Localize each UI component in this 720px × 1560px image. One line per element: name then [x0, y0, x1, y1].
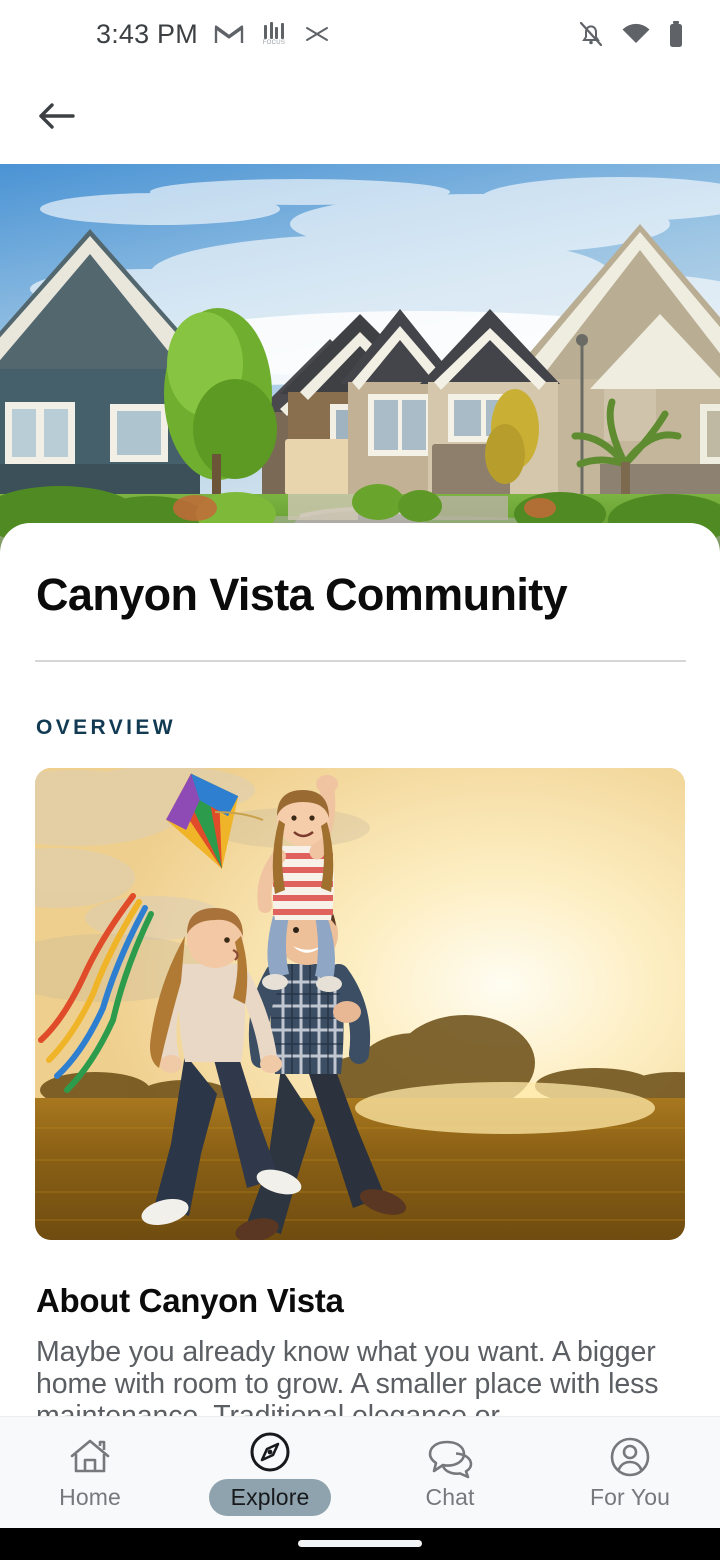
- nav-label-explore: Explore: [208, 1479, 332, 1516]
- status-bar-left: 3:43 PM FOCUS: [0, 19, 330, 50]
- person-circle-icon: [607, 1434, 653, 1480]
- chat-bubbles-icon: [425, 1434, 475, 1480]
- gesture-pill[interactable]: [298, 1540, 422, 1547]
- status-bar: 3:43 PM FOCUS: [0, 0, 720, 68]
- bottom-navigation: Home Explore Chat For You: [0, 1416, 720, 1528]
- notifications-off-icon: [578, 20, 604, 48]
- wifi-icon: [621, 22, 651, 46]
- nav-item-for-you[interactable]: For You: [540, 1417, 720, 1528]
- nav-item-home[interactable]: Home: [0, 1417, 180, 1528]
- nav-label-home: Home: [59, 1484, 121, 1510]
- app-screen: 3:43 PM FOCUS Canyon Vista Community OVE…: [0, 0, 720, 1560]
- home-icon: [67, 1434, 113, 1480]
- section-label-overview: OVERVIEW: [36, 715, 177, 739]
- status-time: 3:43 PM: [96, 18, 198, 49]
- content-card: Canyon Vista Community OVERVIEW About Ca…: [0, 523, 720, 1560]
- nav-label-chat: Chat: [425, 1484, 475, 1510]
- status-bar-right: [578, 20, 720, 48]
- app-bar: [0, 68, 720, 164]
- page-title: Canyon Vista Community: [36, 569, 568, 620]
- gesture-navigation-bar: [0, 1528, 720, 1560]
- nav-item-chat[interactable]: Chat: [360, 1417, 540, 1528]
- focus-icon: FOCUS: [260, 22, 288, 46]
- gmail-icon: [214, 22, 244, 46]
- nav-item-explore[interactable]: Explore: [180, 1417, 360, 1528]
- overview-photo[interactable]: [35, 767, 685, 1240]
- nav-label-for-you: For You: [590, 1484, 670, 1510]
- compass-icon: [247, 1429, 293, 1475]
- battery-icon: [668, 20, 684, 48]
- shuffle-icon: [304, 24, 330, 44]
- hero-image: [0, 164, 720, 564]
- focus-icon-label: FOCUS: [262, 40, 286, 46]
- about-title: About Canyon Vista: [36, 1281, 344, 1319]
- back-button[interactable]: [26, 86, 86, 146]
- title-divider: [35, 659, 686, 662]
